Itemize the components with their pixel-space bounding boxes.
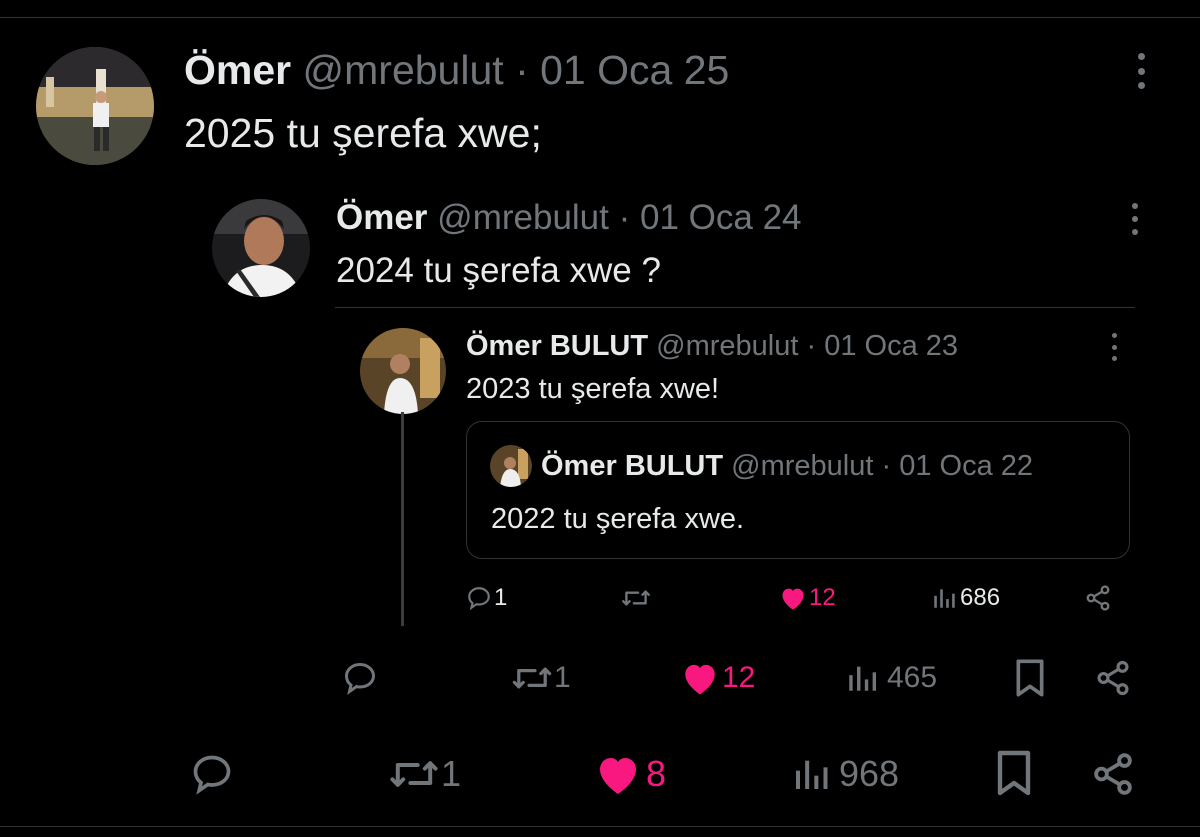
- author-handle[interactable]: @mrebulut: [656, 330, 798, 362]
- share-button[interactable]: [1094, 658, 1132, 698]
- bottom-divider: [0, 826, 1200, 827]
- top-divider: [0, 17, 1200, 18]
- meta-separator: ·: [881, 450, 892, 482]
- reply-icon: [193, 755, 231, 795]
- tweet-date[interactable]: 01 Oca 23: [824, 330, 958, 362]
- reply-button[interactable]: [190, 752, 234, 796]
- views-button[interactable]: 465: [845, 658, 937, 698]
- like-count: 12: [722, 661, 756, 694]
- avatar-photo: [490, 445, 532, 487]
- avatar[interactable]: [490, 445, 532, 487]
- tweet-date[interactable]: 01 Oca 24: [640, 198, 802, 237]
- meta-separator: ·: [515, 47, 529, 93]
- share-button[interactable]: [1090, 750, 1136, 798]
- like-button[interactable]: 12: [680, 658, 755, 698]
- like-button[interactable]: 12: [779, 583, 836, 613]
- views-button[interactable]: 686: [931, 583, 1000, 613]
- bookmark-icon: [1016, 659, 1044, 697]
- author-name[interactable]: Ömer BULUT: [541, 450, 723, 482]
- like-count: 12: [809, 584, 836, 611]
- views-count: 686: [960, 584, 1001, 611]
- quote-card[interactable]: [466, 421, 1130, 559]
- avatar[interactable]: [360, 328, 446, 414]
- retweet-count: 1: [441, 753, 462, 794]
- reply-button[interactable]: 1: [466, 583, 507, 613]
- meta-separator: ·: [618, 198, 631, 237]
- like-count: 8: [646, 753, 667, 794]
- reply-count: 1: [494, 584, 508, 611]
- more-icon[interactable]: [1109, 333, 1119, 361]
- retweet-icon: [390, 761, 438, 787]
- bookmark-button[interactable]: [1013, 658, 1047, 698]
- reply-icon: [344, 662, 376, 695]
- avatar[interactable]: [212, 199, 310, 297]
- retweet-count: 1: [554, 661, 571, 694]
- meta-separator: ·: [806, 330, 817, 362]
- avatar[interactable]: [36, 47, 154, 165]
- retweet-icon: [512, 667, 552, 689]
- bookmark-icon: [997, 750, 1031, 796]
- retweet-button[interactable]: [620, 583, 652, 613]
- avatar-photo: [212, 199, 310, 297]
- share-icon: [1097, 660, 1129, 696]
- tweet-text: 2022 tu şerefa xwe.: [491, 503, 745, 535]
- avatar-photo: [36, 47, 154, 165]
- author-name[interactable]: Ömer: [184, 47, 291, 93]
- retweet-button[interactable]: 1: [387, 752, 461, 796]
- author-handle[interactable]: @mrebulut: [731, 450, 873, 482]
- author-handle[interactable]: @mrebulut: [437, 198, 609, 237]
- more-icon[interactable]: [1135, 53, 1147, 89]
- views-icon: [849, 666, 877, 691]
- author-name[interactable]: Ömer: [336, 198, 427, 237]
- tweet-date[interactable]: 01 Oca 22: [899, 450, 1033, 482]
- heart-icon: [685, 664, 715, 695]
- tweet-text: 2023 tu şerefa xwe!: [466, 373, 720, 405]
- divider: [335, 307, 1135, 308]
- heart-icon: [600, 758, 636, 794]
- share-icon: [1086, 585, 1110, 611]
- tweet-text: 2025 tu şerefa xwe;: [184, 110, 542, 156]
- like-button[interactable]: 8: [594, 752, 666, 796]
- reply-icon: [468, 587, 490, 611]
- views-icon: [796, 760, 828, 789]
- share-button[interactable]: [1084, 584, 1112, 612]
- avatar-photo: [360, 328, 446, 414]
- views-button[interactable]: 968: [791, 752, 899, 796]
- author-handle[interactable]: @mrebulut: [303, 47, 504, 93]
- retweet-button[interactable]: 1: [510, 658, 571, 698]
- bookmark-button[interactable]: [994, 748, 1034, 798]
- more-icon[interactable]: [1129, 203, 1141, 235]
- views-count: 968: [839, 753, 900, 794]
- author-name[interactable]: Ömer BULUT: [466, 330, 648, 362]
- thread-line: [401, 412, 404, 626]
- share-icon: [1094, 753, 1132, 795]
- tweet-text: 2024 tu şerefa xwe ?: [336, 251, 661, 290]
- views-icon: [934, 589, 955, 608]
- reply-button[interactable]: [342, 658, 378, 698]
- tweet-date[interactable]: 01 Oca 25: [540, 47, 729, 93]
- views-count: 465: [887, 661, 938, 694]
- heart-icon: [782, 588, 804, 610]
- retweet-icon: [622, 590, 650, 606]
